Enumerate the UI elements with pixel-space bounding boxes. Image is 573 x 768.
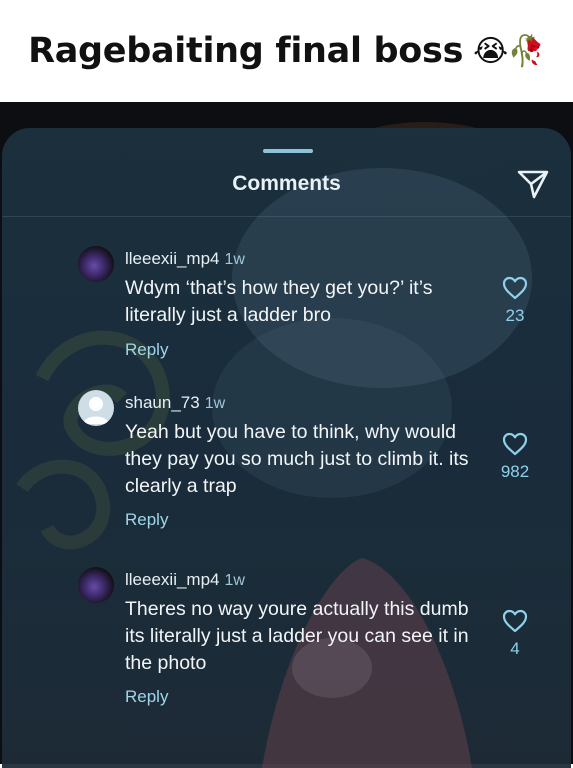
like-button[interactable]: 4 — [498, 609, 532, 659]
reply-button[interactable]: Reply — [125, 340, 168, 360]
panel-title: Comments — [232, 172, 341, 195]
comment-text: Wdym ‘that’s how they get you?’ it’s lit… — [125, 277, 433, 326]
comment-header: shaun_73 1w — [125, 393, 225, 413]
caption-bar: Ragebaiting final boss 😭🥀 — [0, 0, 573, 102]
caption-text: Ragebaiting final boss — [28, 31, 464, 71]
default-avatar-icon — [83, 397, 109, 424]
heart-icon — [502, 276, 528, 300]
like-count: 23 — [505, 306, 525, 325]
like-count: 982 — [500, 462, 530, 481]
reply-button[interactable]: Reply — [125, 510, 168, 530]
username[interactable]: shaun_73 — [125, 393, 200, 412]
comment-time: 1w — [204, 395, 226, 412]
like-button[interactable]: 23 — [498, 276, 532, 326]
like-button[interactable]: 982 — [498, 432, 532, 482]
comments-panel: Comments lleeexii_mp4 1w Wdym ‘that’s how… — [2, 128, 571, 768]
avatar[interactable] — [78, 567, 114, 603]
comment-time: 1w — [224, 251, 245, 268]
comment-header: lleeexii_mp4 1w — [125, 570, 245, 590]
send-icon[interactable] — [516, 168, 550, 200]
comment-text: Theres no way youre actually this dumb i… — [125, 598, 469, 674]
avatar[interactable] — [78, 246, 114, 282]
video-caption: Ragebaiting final boss 😭🥀 — [28, 31, 545, 71]
avatar[interactable] — [78, 390, 114, 426]
heart-icon — [502, 609, 528, 633]
username[interactable]: lleeexii_mp4 — [125, 249, 220, 268]
comment-text: Yeah but you have to think, why would th… — [125, 421, 469, 497]
username[interactable]: lleeexii_mp4 — [125, 570, 220, 589]
comment-header: lleeexii_mp4 1w — [125, 249, 245, 269]
caption-emoji: 😭🥀 — [473, 33, 545, 69]
drag-handle[interactable] — [263, 149, 313, 153]
comment-time: 1w — [224, 572, 245, 589]
heart-icon — [502, 432, 528, 456]
header-divider — [2, 216, 571, 217]
like-count: 4 — [510, 639, 520, 658]
reply-button[interactable]: Reply — [125, 687, 168, 707]
